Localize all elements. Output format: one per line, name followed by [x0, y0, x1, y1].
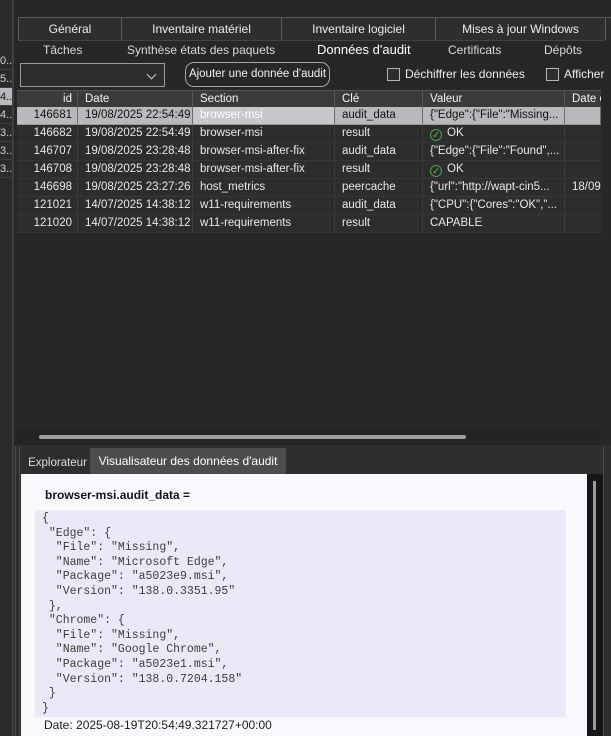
panel-frame-line: [19, 446, 20, 736]
cell-section-focused: browser-msi: [193, 107, 335, 125]
cell-date: 19/08/2025 23:28:48: [78, 143, 193, 161]
cell-key: peercache: [335, 179, 423, 197]
cell-date-c: [565, 125, 601, 143]
cell-date-c: [565, 215, 601, 233]
tab-inventaire-materiel[interactable]: Inventaire matériel: [121, 18, 281, 41]
tab-explorateur[interactable]: Explorateur: [25, 452, 90, 474]
cell-key: result: [335, 215, 423, 233]
column-header-id[interactable]: id: [17, 91, 78, 107]
column-header-section[interactable]: Section: [193, 91, 335, 107]
cell-value: ✓OK: [423, 125, 565, 143]
tabbar-filler: [605, 18, 611, 40]
cell-section: w11-requirements: [193, 197, 335, 215]
tab-synthese-etats-paquets[interactable]: Synthèse états des paquets: [127, 41, 275, 60]
table-row[interactable]: 146708 19/08/2025 23:28:48 browser-msi-a…: [17, 161, 601, 179]
audit-data-viewer-panel: browser-msi.audit_data = { "Edge": { "Fi…: [21, 474, 587, 736]
tab-mises-a-jour-windows[interactable]: Mises à jour Windows: [435, 18, 605, 41]
cell-id: 146698: [17, 179, 78, 197]
host-row-fragment[interactable]: 3..: [0, 142, 12, 160]
tab-inventaire-logiciel[interactable]: Inventaire logiciel: [281, 18, 435, 41]
cell-section: w11-requirements: [193, 215, 335, 233]
cell-date-c: 18/09: [565, 179, 601, 197]
cell-date-c: [565, 197, 601, 215]
column-header-date-c[interactable]: Date c: [565, 91, 601, 107]
panel-frame-line: [603, 446, 604, 736]
tab-general[interactable]: Général: [18, 18, 121, 41]
cell-date: 14/07/2025 14:38:12: [78, 215, 193, 233]
cell-id: 146682: [17, 125, 78, 143]
panel-frame-line: [15, 446, 16, 736]
cell-date-c: [565, 161, 601, 179]
table-row-selected[interactable]: 146681 19/08/2025 22:54:49 browser-msi a…: [17, 107, 601, 125]
host-row-fragment[interactable]: 3..: [0, 160, 12, 178]
cell-value: CAPABLE: [423, 215, 565, 233]
host-row-fragment[interactable]: 3..: [0, 124, 12, 142]
host-row-fragment[interactable]: 4..: [0, 106, 12, 124]
chevron-down-icon: [147, 70, 157, 80]
cell-key: audit_data: [335, 143, 423, 161]
cell-section: host_metrics: [193, 179, 335, 197]
json-value-block: { "Edge": { "File": "Missing", "Name": "…: [35, 510, 566, 717]
table-row[interactable]: 146698 19/08/2025 23:27:26 host_metrics …: [17, 179, 601, 197]
json-value-text: { "Edge": { "File": "Missing", "Name": "…: [35, 510, 566, 716]
viewer-heading: browser-msi.audit_data =: [45, 488, 190, 502]
decrypt-data-checkbox[interactable]: [387, 68, 400, 81]
cell-date-c: [565, 143, 601, 161]
cell-id: 121020: [17, 215, 78, 233]
success-check-icon: ✓: [430, 129, 442, 141]
cell-key: result: [335, 161, 423, 179]
horizontal-scrollbar-thumb[interactable]: [39, 435, 466, 439]
cell-id: 121021: [17, 197, 78, 215]
column-header-valeur[interactable]: Valeur: [423, 91, 565, 107]
cell-date: 14/07/2025 14:38:12: [78, 197, 193, 215]
show-checkbox[interactable]: [546, 68, 559, 81]
cell-id: 146681: [17, 107, 78, 125]
column-header-cle[interactable]: Clé: [335, 91, 423, 107]
cell-date-c: [565, 107, 601, 125]
table-row[interactable]: 146707 19/08/2025 23:28:48 browser-msi-a…: [17, 143, 601, 161]
tab-certificats[interactable]: Certificats: [448, 41, 501, 60]
tab-taches[interactable]: Tâches: [43, 41, 82, 60]
cell-value: ✓OK: [423, 161, 565, 179]
audit-section-combobox[interactable]: [20, 63, 165, 87]
cell-value: {"Edge":{"File":"Missing...: [423, 107, 565, 125]
host-detail-tabbar-row1: Général Inventaire matériel Inventaire l…: [18, 17, 611, 40]
cell-section: browser-msi: [193, 125, 335, 143]
tab-donnees-audit[interactable]: Données d'audit: [317, 40, 411, 59]
cell-value: {"Edge":{"File":"Found",...: [423, 143, 565, 161]
tab-depots[interactable]: Dépôts: [544, 41, 582, 60]
cell-id: 146707: [17, 143, 78, 161]
cell-value: {"CPU":{"Cores":"OK","...: [423, 197, 565, 215]
hosts-grid-sliver: 0.. 5.. 4.. 4.. 3.. 3.. 3..: [0, 0, 12, 736]
column-header-date[interactable]: Date: [78, 91, 193, 107]
cell-date: 19/08/2025 22:54:49: [78, 125, 193, 143]
cell-section: browser-msi-after-fix: [193, 161, 335, 179]
cell-date: 19/08/2025 23:27:26: [78, 179, 193, 197]
add-audit-data-button[interactable]: Ajouter une donnée d'audit: [185, 62, 330, 87]
success-check-icon: ✓: [430, 165, 442, 177]
tab-visualisateur-donnees-audit[interactable]: Visualisateur des données d'audit: [90, 448, 286, 474]
cell-date: 19/08/2025 23:28:48: [78, 161, 193, 179]
table-row[interactable]: 121021 14/07/2025 14:38:12 w11-requireme…: [17, 197, 601, 215]
vertical-scrollbar-thumb[interactable]: [593, 481, 596, 730]
cell-key: result: [335, 125, 423, 143]
cell-value: {"url":"http://wapt-cin5...: [423, 179, 565, 197]
show-checkbox-label: Afficher: [564, 66, 604, 82]
host-row-fragment[interactable]: 0..: [0, 52, 12, 70]
host-row-fragment[interactable]: 5..: [0, 70, 12, 88]
host-row-fragment-selected[interactable]: 4..: [0, 88, 12, 106]
cell-section: browser-msi-after-fix: [193, 143, 335, 161]
audit-table-header: id Date Section Clé Valeur Date c: [17, 90, 601, 107]
cell-date: 19/08/2025 22:54:49: [78, 107, 193, 125]
cell-id: 146708: [17, 161, 78, 179]
viewer-date-line: Date: 2025-08-19T20:54:49.321727+00:00: [44, 718, 272, 732]
cell-key: audit_data: [335, 107, 423, 125]
table-row[interactable]: 121020 14/07/2025 14:38:12 w11-requireme…: [17, 215, 601, 233]
table-row[interactable]: 146682 19/08/2025 22:54:49 browser-msi r…: [17, 125, 601, 143]
decrypt-data-checkbox-label: Déchiffrer les données: [405, 66, 525, 82]
cell-key: audit_data: [335, 197, 423, 215]
